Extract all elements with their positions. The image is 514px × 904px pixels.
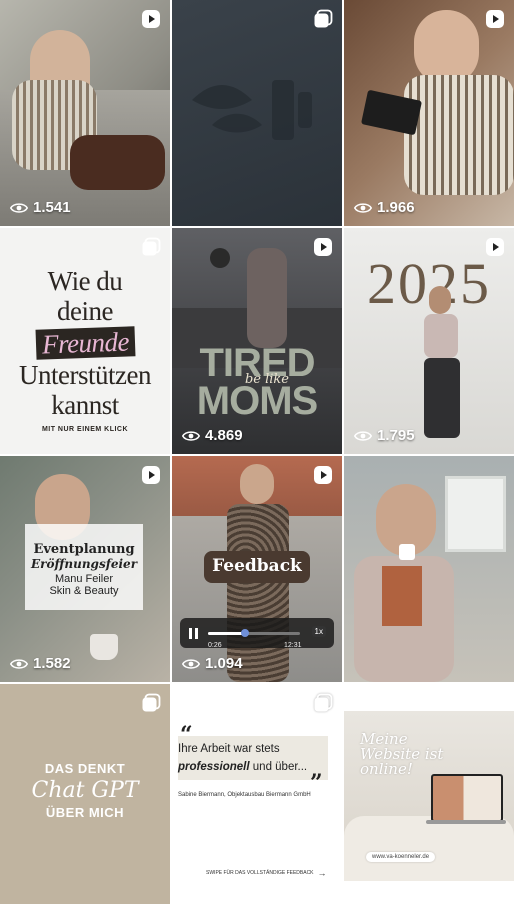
view-count: 4.869 xyxy=(182,427,243,444)
title-bottom: MOMS xyxy=(196,379,318,423)
carousel-icon xyxy=(141,237,161,257)
feedback-label: Feedback xyxy=(212,556,302,576)
post-text: DAS DENKT Chat GPT ÜBER MICH xyxy=(0,761,170,820)
reel-icon xyxy=(485,237,505,257)
photo-trousers xyxy=(424,358,460,438)
photo-person xyxy=(247,248,287,348)
view-count: 1.541 xyxy=(10,199,71,216)
post-tile-5[interactable]: TIRED be like MOMS 4.869 xyxy=(172,228,342,454)
website-title: Meine Website ist online! xyxy=(360,732,443,777)
post-tile-8[interactable]: Feedback 1x 0:26 12:31 1.094 xyxy=(172,456,342,682)
view-count-value: 1.795 xyxy=(377,427,415,444)
title-line-4: Unterstützen xyxy=(19,360,151,390)
title-highlight: Freunde xyxy=(41,326,129,360)
card-title: Eventplanung xyxy=(33,542,135,557)
view-count: 1.966 xyxy=(354,199,415,216)
eye-icon xyxy=(10,658,28,670)
carousel-icon xyxy=(141,693,161,713)
card-subtitle: Eröffnungsfeier xyxy=(30,557,138,571)
quote-bold: professionell xyxy=(178,761,250,773)
post-tile-2[interactable] xyxy=(172,0,342,226)
card-line-2: Skin & Beauty xyxy=(49,585,119,597)
photo-person-head xyxy=(240,464,274,504)
photo-top xyxy=(382,566,422,626)
card-line-1: Manu Feiler xyxy=(54,573,114,585)
reel-icon xyxy=(485,9,505,29)
post-tile-10[interactable]: DAS DENKT Chat GPT ÜBER MICH xyxy=(0,684,170,904)
carousel-icon xyxy=(313,693,333,713)
reel-icon xyxy=(313,237,333,257)
post-tile-11[interactable]: “ Ihre Arbeit war stets professionell un… xyxy=(172,684,342,904)
waveform-track[interactable] xyxy=(208,629,300,637)
photo-sofa xyxy=(344,816,514,881)
quote-author: Sabine Biermann, Objektausbau Biermann G… xyxy=(178,792,311,798)
post-footer: MIT NUR EINEM KLICK xyxy=(41,426,129,433)
waveform-progress xyxy=(208,632,245,635)
photo-window xyxy=(445,476,506,552)
audio-player[interactable]: 1x xyxy=(180,618,334,648)
post-grid: 1.541 1.966 Wie du deine Freunde Unterst… xyxy=(0,0,514,904)
post-tile-1[interactable]: 1.541 xyxy=(0,0,170,226)
overlay-title: TIRED be like MOMS xyxy=(172,343,342,423)
post-tile-4[interactable]: Wie du deine Freunde Unterstützen kannst… xyxy=(0,228,170,454)
swipe-hint: SWIPE FÜR DAS VOLLSTÄNDIGE FEEDBACK → xyxy=(206,868,327,878)
quote-rest: und über... xyxy=(249,761,308,773)
line-3: ÜBER MICH xyxy=(45,805,125,820)
post-title: Wie du deine Freunde Unterstützen kannst xyxy=(0,266,170,420)
view-count-value: 1.582 xyxy=(33,655,71,672)
post-tile-6[interactable]: 2025 1.795 xyxy=(344,228,514,454)
card-text: Eventplanung Eröffnungsfeier Manu Feiler… xyxy=(25,542,143,597)
reel-icon xyxy=(141,9,161,29)
title-line-5: kannst xyxy=(51,390,119,420)
post-tile-9[interactable] xyxy=(344,456,514,682)
view-count-value: 1.541 xyxy=(33,199,71,216)
title-line-2: deine xyxy=(57,296,113,326)
post-tile-12[interactable]: Meine Website ist online! www.va-koennel… xyxy=(344,684,514,904)
photo-top xyxy=(424,314,458,358)
line-2: Chat GPT xyxy=(31,778,139,803)
photo-mug xyxy=(399,544,415,560)
view-count-value: 4.869 xyxy=(205,427,243,444)
carousel-icon xyxy=(313,9,333,29)
photo-laptop-base xyxy=(426,820,506,824)
eye-icon xyxy=(10,202,28,214)
photo-person-head xyxy=(429,286,451,314)
waveform-knob[interactable] xyxy=(240,629,249,637)
eye-icon xyxy=(354,202,372,214)
view-count: 1.795 xyxy=(354,427,415,444)
eye-icon xyxy=(182,430,200,442)
post-tile-3[interactable]: 1.966 xyxy=(344,0,514,226)
title-line-1: Wie du xyxy=(47,266,123,296)
photo-person-head xyxy=(414,10,479,85)
line-1: DAS DENKT xyxy=(44,761,126,776)
view-count-value: 1.094 xyxy=(205,655,243,672)
photo-laptop-screen xyxy=(431,774,503,822)
eye-icon xyxy=(182,658,200,670)
eye-icon xyxy=(354,430,372,442)
photo-mug xyxy=(90,634,118,660)
post-tile-7[interactable]: Eventplanung Eröffnungsfeier Manu Feiler… xyxy=(0,456,170,682)
time-total: 12:31 xyxy=(284,642,302,649)
website-url: www.va-koenneler.de xyxy=(366,852,436,862)
embossed-logo xyxy=(192,80,312,140)
view-count: 1.094 xyxy=(182,655,243,672)
photo-jacket xyxy=(404,75,514,195)
pause-icon[interactable] xyxy=(189,628,199,639)
time-elapsed: 0:26 xyxy=(208,642,222,649)
speed-button[interactable]: 1x xyxy=(311,626,326,637)
view-count-value: 1.966 xyxy=(377,199,415,216)
quote-mark-close: ” xyxy=(310,770,323,796)
reel-icon xyxy=(313,465,333,485)
view-count: 1.582 xyxy=(10,655,71,672)
quote-line-1: Ihre Arbeit war stets xyxy=(178,743,280,755)
highlight-wrap: Freunde xyxy=(35,326,135,360)
photo-trousers xyxy=(70,135,165,190)
arrow-right-icon: → xyxy=(317,868,327,878)
swipe-hint-text: SWIPE FÜR DAS VOLLSTÄNDIGE FEEDBACK xyxy=(206,870,314,876)
photo-kettlebell xyxy=(210,248,230,268)
reel-icon xyxy=(141,465,161,485)
